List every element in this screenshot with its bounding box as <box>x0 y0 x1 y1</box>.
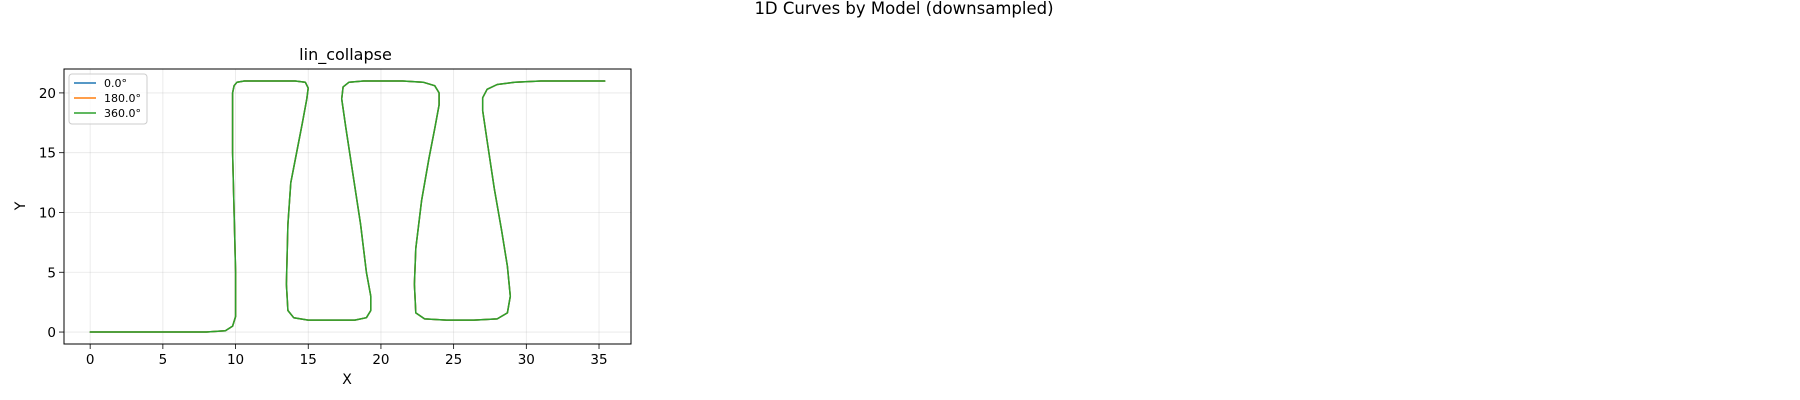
legend-label-0: 0.0° <box>104 77 127 90</box>
plot-background <box>64 69 631 344</box>
x-tick-label: 15 <box>300 352 317 368</box>
x-tick-label: 25 <box>445 352 462 368</box>
y-tick-label: 10 <box>39 205 56 221</box>
legend-label-1: 180.0° <box>104 92 141 105</box>
x-tick-label: 35 <box>590 352 607 368</box>
figure: 1D Curves by Model (downsampled) lin_col… <box>13 0 1054 388</box>
y-tick-label: 0 <box>47 325 56 341</box>
legend: 0.0° 180.0° 360.0° <box>68 73 148 125</box>
x-tick-label: 10 <box>227 352 244 368</box>
legend-label-2: 360.0° <box>104 107 141 120</box>
x-tick-label: 30 <box>518 352 535 368</box>
x-axis-label: X <box>342 372 352 388</box>
chart-title: lin_collapse <box>299 45 392 65</box>
x-tick-label: 20 <box>372 352 389 368</box>
x-axis-ticks: 0 5 10 15 20 25 30 35 <box>86 344 608 368</box>
y-tick-label: 5 <box>47 265 56 281</box>
figure-suptitle: 1D Curves by Model (downsampled) <box>754 0 1053 18</box>
chart-axes: lin_collapse 0 5 10 15 20 25 30 35 0 5 10 15 20 X Y… <box>13 45 632 388</box>
y-axis-label: Y <box>13 201 29 211</box>
y-tick-label: 15 <box>39 146 56 162</box>
x-tick-label: 5 <box>159 352 168 368</box>
y-axis-ticks: 0 5 10 15 20 <box>39 86 64 341</box>
x-tick-label: 0 <box>86 352 95 368</box>
y-tick-label: 20 <box>39 86 56 102</box>
